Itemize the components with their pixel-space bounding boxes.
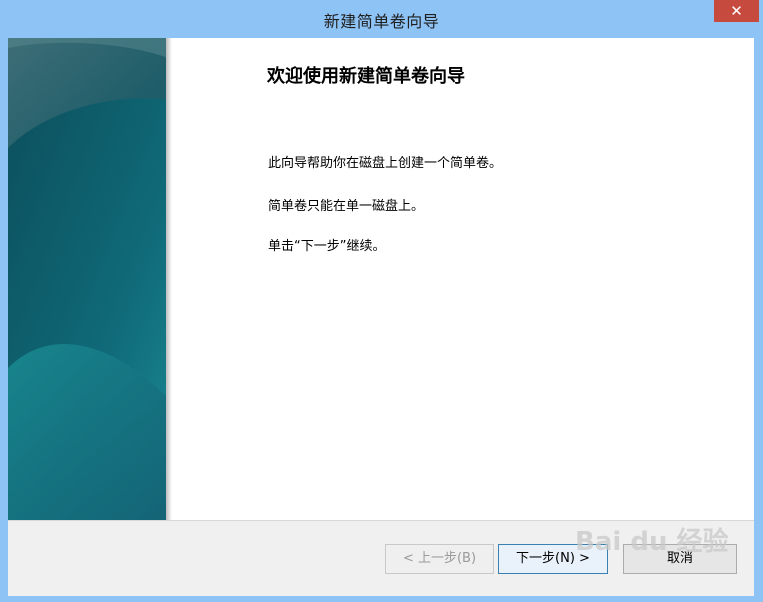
description-line-1: 此向导帮助你在磁盘上创建一个简单卷。 (268, 156, 503, 171)
close-button[interactable]: ✕ (714, 0, 759, 22)
wizard-client-area: 欢迎使用新建简单卷向导 此向导帮助你在磁盘上创建一个简单卷。 简单卷只能在单一磁… (8, 38, 754, 596)
close-icon: ✕ (730, 2, 743, 20)
description-line-3: 单击“下一步”继续。 (268, 239, 386, 254)
wizard-window: 新建简单卷向导 ✕ 欢迎使用新建简单卷向导 此向导帮助你在磁盘上创建一个简单卷。… (0, 0, 763, 602)
cancel-button[interactable]: 取消 (623, 544, 737, 574)
wizard-banner-image (8, 38, 168, 520)
button-bar: < 上一步(B) 下一步(N) > 取消 (8, 520, 754, 596)
next-button[interactable]: 下一步(N) > (498, 544, 608, 574)
description-line-2: 简单卷只能在单一磁盘上。 (268, 199, 425, 214)
back-button[interactable]: < 上一步(B) (385, 544, 494, 574)
wizard-heading: 欢迎使用新建简单卷向导 (267, 66, 465, 87)
banner-divider (166, 38, 172, 520)
window-title: 新建简单卷向导 (323, 12, 440, 31)
banner-graphic (8, 38, 168, 520)
title-bar[interactable]: 新建简单卷向导 ✕ (0, 0, 763, 38)
